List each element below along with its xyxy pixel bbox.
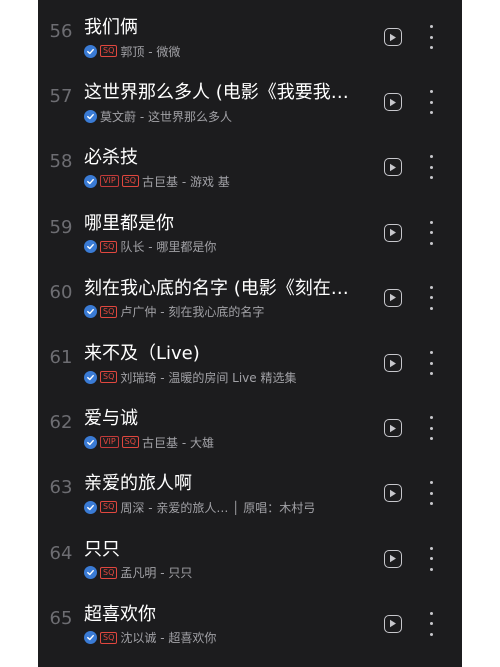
sq-badge: SQ xyxy=(100,240,118,253)
play-button-icon[interactable] xyxy=(384,614,402,633)
song-row[interactable]: 56 我们俩 SQ 郭顶 - 微微 xyxy=(38,7,462,72)
song-number: 63 xyxy=(49,477,73,499)
song-title: 我们俩 xyxy=(84,17,138,38)
artist-album: 队长 - 哪里都是你 xyxy=(120,240,217,255)
artist-album: 刘瑞琦 - 温暖的房间 Live 精选集 xyxy=(120,370,297,385)
more-vertical-icon[interactable] xyxy=(424,481,438,506)
song-title: 必杀技 xyxy=(84,147,138,169)
song-row[interactable]: 65 超喜欢你 SQ 沈以诚 - 超喜欢你 xyxy=(38,594,462,659)
more-vertical-icon[interactable] xyxy=(424,285,438,310)
song-number: 61 xyxy=(49,347,73,368)
more-vertical-icon[interactable] xyxy=(424,220,438,245)
play-button-icon[interactable] xyxy=(384,549,402,568)
song-title: 来不及（Live) xyxy=(84,343,200,364)
song-number: 60 xyxy=(49,281,73,303)
more-vertical-icon[interactable] xyxy=(424,25,438,49)
song-row[interactable]: 61 来不及（Live) SQ 刘瑞琦 - 温暖的房间 Live 精选集 xyxy=(38,333,462,398)
play-button-icon[interactable] xyxy=(384,484,402,503)
play-button-icon[interactable] xyxy=(384,158,402,177)
check-circle-icon xyxy=(84,500,97,514)
song-row[interactable]: 59 哪里都是你 SQ 队长 - 哪里都是你 xyxy=(38,203,462,268)
check-circle-icon xyxy=(84,174,97,188)
sq-badge: SQ xyxy=(100,566,118,579)
song-number: 56 xyxy=(49,21,73,42)
more-vertical-icon[interactable] xyxy=(424,611,438,636)
check-circle-icon xyxy=(84,109,97,123)
artist-album: 郭顶 - 微微 xyxy=(120,44,181,59)
song-meta: SQ 孟凡明 - 只只 xyxy=(84,565,374,581)
sq-badge: SQ xyxy=(100,631,118,644)
artist-album: 古巨基 - 游戏 基 xyxy=(142,174,230,189)
more-vertical-icon[interactable] xyxy=(424,155,438,180)
sq-badge: SQ xyxy=(121,436,140,449)
song-meta: 莫文蔚 - 这世界那么多人 xyxy=(84,108,374,124)
song-title: 超喜欢你 xyxy=(84,603,156,625)
song-title: 哪里都是你 xyxy=(84,212,174,234)
song-row[interactable]: 60 刻在我心底的名字 (电影《刻在… SQ 卢广仲 - 刻在我心底的名字 xyxy=(38,268,462,333)
song-number: 65 xyxy=(49,607,73,629)
song-number: 58 xyxy=(49,151,73,173)
song-row[interactable]: 62 爱与诚 VIP SQ 古巨基 - 大雄 xyxy=(38,398,462,463)
more-vertical-icon[interactable] xyxy=(424,90,438,115)
sq-badge: SQ xyxy=(121,175,140,188)
song-meta: VIP SQ 古巨基 - 大雄 xyxy=(84,434,374,450)
play-button-icon[interactable] xyxy=(384,354,402,372)
sq-badge: SQ xyxy=(100,371,118,383)
song-title: 只只 xyxy=(84,538,120,560)
artist-album: 孟凡明 - 只只 xyxy=(120,566,193,581)
song-number: 57 xyxy=(49,86,73,108)
play-button-icon[interactable] xyxy=(384,28,402,46)
song-meta: SQ 沈以诚 - 超喜欢你 xyxy=(84,630,374,646)
play-button-icon[interactable] xyxy=(384,223,402,242)
song-title: 刻在我心底的名字 (电影《刻在… xyxy=(84,277,349,299)
song-row[interactable]: 57 这世界那么多人 (电影《我要我… 莫文蔚 - 这世界那么多人 xyxy=(38,72,462,137)
check-circle-icon xyxy=(84,631,97,645)
song-meta: SQ 队长 - 哪里都是你 xyxy=(84,239,374,255)
play-button-icon[interactable] xyxy=(384,288,402,307)
song-meta: SQ 周深 - 亲爱的旅人… │ 原唱：木村弓 xyxy=(84,499,374,515)
song-title: 爱与诚 xyxy=(84,408,138,430)
song-row[interactable]: 63 亲爱的旅人啊 SQ 周深 - 亲爱的旅人… │ 原唱：木村弓 xyxy=(38,463,462,528)
song-meta: SQ 卢广仲 - 刻在我心底的名字 xyxy=(84,304,374,320)
more-vertical-icon[interactable] xyxy=(424,351,438,375)
play-button-icon[interactable] xyxy=(384,93,402,112)
check-circle-icon xyxy=(84,240,97,254)
song-number: 64 xyxy=(49,542,73,564)
artist-album: 周深 - 亲爱的旅人… │ 原唱：木村弓 xyxy=(120,500,316,515)
sq-badge: SQ xyxy=(100,305,118,318)
more-vertical-icon[interactable] xyxy=(424,416,438,441)
vip-badge: VIP xyxy=(100,175,119,188)
check-circle-icon xyxy=(84,44,97,58)
song-number: 59 xyxy=(49,216,73,238)
artist-album: 古巨基 - 大雄 xyxy=(142,435,214,450)
vip-badge: VIP xyxy=(100,436,119,449)
play-button-icon[interactable] xyxy=(384,419,402,438)
check-circle-icon xyxy=(84,435,97,449)
song-list-screen: 56 我们俩 SQ 郭顶 - 微微 57 这世界那么多人 (电影《我要我… 莫文蔚 - 这世… xyxy=(38,0,462,667)
song-meta: SQ 刘瑞琦 - 温暖的房间 Live 精选集 xyxy=(84,369,374,385)
song-row[interactable]: 58 必杀技 VIP SQ 古巨基 - 游戏 基 xyxy=(38,137,462,202)
artist-album: 沈以诚 - 超喜欢你 xyxy=(120,631,217,646)
check-circle-icon xyxy=(84,305,97,319)
check-circle-icon xyxy=(84,370,97,384)
song-meta: VIP SQ 古巨基 - 游戏 基 xyxy=(84,173,374,189)
check-circle-icon xyxy=(84,566,97,580)
song-row[interactable]: 64 只只 SQ 孟凡明 - 只只 xyxy=(38,529,462,594)
song-meta: SQ 郭顶 - 微微 xyxy=(84,43,374,59)
song-number: 62 xyxy=(49,412,73,434)
more-vertical-icon[interactable] xyxy=(424,546,438,571)
artist-album: 卢广仲 - 刻在我心底的名字 xyxy=(120,305,265,320)
song-title: 亲爱的旅人啊 xyxy=(84,473,192,495)
artist-album: 莫文蔚 - 这世界那么多人 xyxy=(100,109,232,124)
song-title: 这世界那么多人 (电影《我要我… xyxy=(84,82,349,104)
sq-badge: SQ xyxy=(100,501,118,514)
sq-badge: SQ xyxy=(100,45,118,57)
